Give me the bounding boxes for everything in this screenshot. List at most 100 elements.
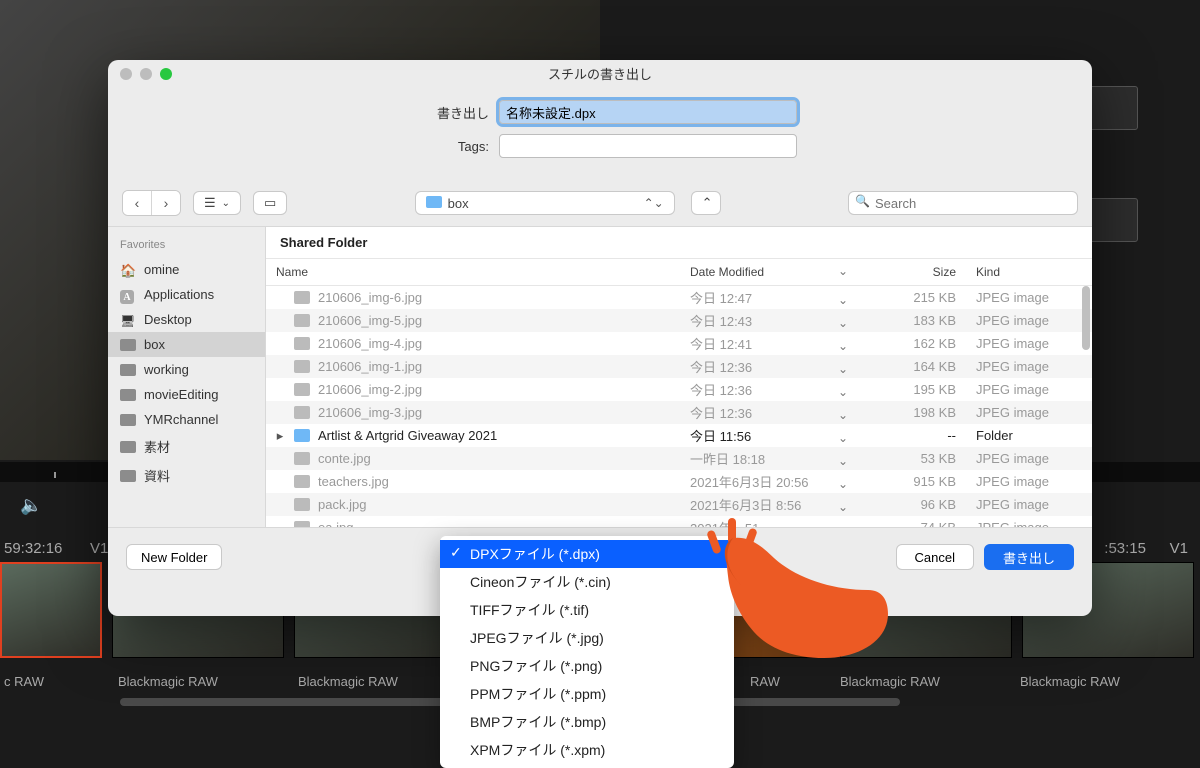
file-kind: JPEG image [966, 474, 1092, 489]
sidebar-item-label: 素材 [144, 437, 170, 456]
location-popup[interactable]: box ⌃⌄ [415, 191, 675, 215]
file-row[interactable]: ▸Artlist & Artgrid Giveaway 2021今日 11:56… [266, 424, 1092, 447]
file-size: 53 KB [856, 451, 966, 466]
file-kind: JPEG image [966, 497, 1092, 512]
timecode-left: 59:32:16 [4, 540, 62, 557]
file-kind: JPEG image [966, 382, 1092, 397]
folder-icon [120, 389, 136, 401]
new-folder-button[interactable]: New Folder [126, 544, 222, 570]
file-kind: Folder [966, 428, 1092, 443]
file-name: 210606_img-1.jpg [318, 359, 422, 374]
sidebar-item-working[interactable]: working [108, 357, 265, 382]
export-label: 書き出し [403, 103, 489, 122]
close-icon[interactable] [120, 68, 132, 80]
file-size: -- [856, 428, 966, 443]
sidebar-item-applications[interactable]: Applications [108, 282, 265, 307]
folder-icon [120, 470, 136, 482]
file-format-dropdown[interactable]: DPXファイル (*.dpx)Cineonファイル (*.cin)TIFFファイ… [440, 536, 734, 768]
folder-icon [294, 429, 310, 442]
file-size: 164 KB [856, 359, 966, 374]
forward-button[interactable]: › [152, 191, 180, 215]
mute-icon[interactable]: 🔈 [20, 495, 42, 516]
folder-icon [120, 414, 136, 426]
home-icon [120, 263, 136, 277]
file-date: 今日 12:36 [680, 403, 856, 422]
file-row: 210606_img-6.jpg今日 12:47215 KBJPEG image [266, 286, 1092, 309]
file-date: 今日 12:43 [680, 311, 856, 330]
file-row: teachers.jpg2021年6月3日 20:56915 KBJPEG im… [266, 470, 1092, 493]
search-input[interactable] [848, 191, 1078, 215]
file-size: 198 KB [856, 405, 966, 420]
cancel-button[interactable]: Cancel [896, 544, 974, 570]
sidebar-item-label: movieEditing [144, 387, 218, 402]
col-name[interactable]: Name [266, 259, 680, 285]
export-button[interactable]: 書き出し [984, 544, 1074, 570]
file-name: 210606_img-4.jpg [318, 336, 422, 351]
sidebar-item-movieediting[interactable]: movieEditing [108, 382, 265, 407]
sidebar-item-ymrchannel[interactable]: YMRchannel [108, 407, 265, 432]
sidebar-item-box[interactable]: box [108, 332, 265, 357]
format-option[interactable]: PNGファイル (*.png) [440, 652, 734, 680]
clip-thumb[interactable] [0, 562, 102, 658]
tags-label: Tags: [403, 139, 489, 154]
minimize-icon[interactable] [140, 68, 152, 80]
sidebar-item-素材[interactable]: 素材 [108, 432, 265, 461]
filename-input[interactable] [499, 100, 797, 124]
format-option[interactable]: PPMファイル (*.ppm) [440, 680, 734, 708]
file-name: 210606_img-6.jpg [318, 290, 422, 305]
clip-codec-label: Blackmagic RAW [1020, 674, 1120, 689]
file-thumbnail-icon [294, 291, 310, 304]
scrollbar[interactable] [1082, 286, 1090, 350]
format-option[interactable]: BMPファイル (*.bmp) [440, 708, 734, 736]
sidebar: Favorites omineApplicationsDesktopboxwor… [108, 227, 266, 527]
file-kind: JPEG image [966, 336, 1092, 351]
file-row: 210606_img-2.jpg今日 12:36195 KBJPEG image [266, 378, 1092, 401]
back-button[interactable]: ‹ [123, 191, 151, 215]
folder-icon [426, 196, 442, 208]
file-size: 215 KB [856, 290, 966, 305]
file-date: 今日 12:41 [680, 334, 856, 353]
file-size: 183 KB [856, 313, 966, 328]
search-field-wrap [848, 191, 1078, 215]
file-row: pack.jpg2021年6月3日 8:5696 KBJPEG image [266, 493, 1092, 516]
track-label-right: V1 [1170, 540, 1188, 557]
col-date[interactable]: Date Modified [680, 259, 856, 285]
format-option[interactable]: TIFFファイル (*.tif) [440, 596, 734, 624]
column-headers[interactable]: Name Date Modified Size Kind [266, 258, 1092, 286]
export-still-dialog: スチルの書き出し 書き出し Tags: ‹ › ☰ ⌄ ▭ box ⌃⌄ ⌃ F [108, 60, 1092, 616]
file-name: pack.jpg [318, 497, 366, 512]
file-date: 今日 12:36 [680, 357, 856, 376]
file-name: conte.jpg [318, 451, 371, 466]
clip-codec-label: Blackmagic RAW [298, 674, 398, 689]
sidebar-item-label: Desktop [144, 312, 192, 327]
folder-icon [120, 339, 136, 351]
desktop-icon [120, 313, 136, 327]
view-mode-button[interactable]: ☰ ⌄ [193, 191, 241, 215]
tags-input[interactable] [499, 134, 797, 158]
file-kind: JPEG image [966, 359, 1092, 374]
applications-icon [120, 288, 136, 302]
file-thumbnail-icon [294, 498, 310, 511]
sidebar-item-label: Applications [144, 287, 214, 302]
sidebar-item-label: working [144, 362, 189, 377]
file-size: 915 KB [856, 474, 966, 489]
file-thumbnail-icon [294, 475, 310, 488]
format-option[interactable]: Cineonファイル (*.cin) [440, 568, 734, 596]
group-button[interactable]: ▭ [253, 191, 287, 215]
collapse-button[interactable]: ⌃ [691, 191, 721, 215]
format-option[interactable]: XPMファイル (*.xpm) [440, 736, 734, 764]
sidebar-item-desktop[interactable]: Desktop [108, 307, 265, 332]
file-size: 162 KB [856, 336, 966, 351]
file-thumbnail-icon [294, 452, 310, 465]
col-kind[interactable]: Kind [966, 259, 1092, 285]
format-option[interactable]: DPXファイル (*.dpx) [440, 540, 734, 568]
sidebar-item-omine[interactable]: omine [108, 257, 265, 282]
file-list[interactable]: 210606_img-6.jpg今日 12:47215 KBJPEG image… [266, 286, 1092, 527]
zoom-icon[interactable] [160, 68, 172, 80]
sidebar-item-資料[interactable]: 資料 [108, 461, 265, 490]
finder-toolbar: ‹ › ☰ ⌄ ▭ box ⌃⌄ ⌃ [108, 184, 1092, 227]
file-date: 今日 12:36 [680, 380, 856, 399]
col-size[interactable]: Size [856, 259, 966, 285]
format-option[interactable]: JPEGファイル (*.jpg) [440, 624, 734, 652]
disclosure-triangle-icon[interactable]: ▸ [274, 428, 286, 444]
